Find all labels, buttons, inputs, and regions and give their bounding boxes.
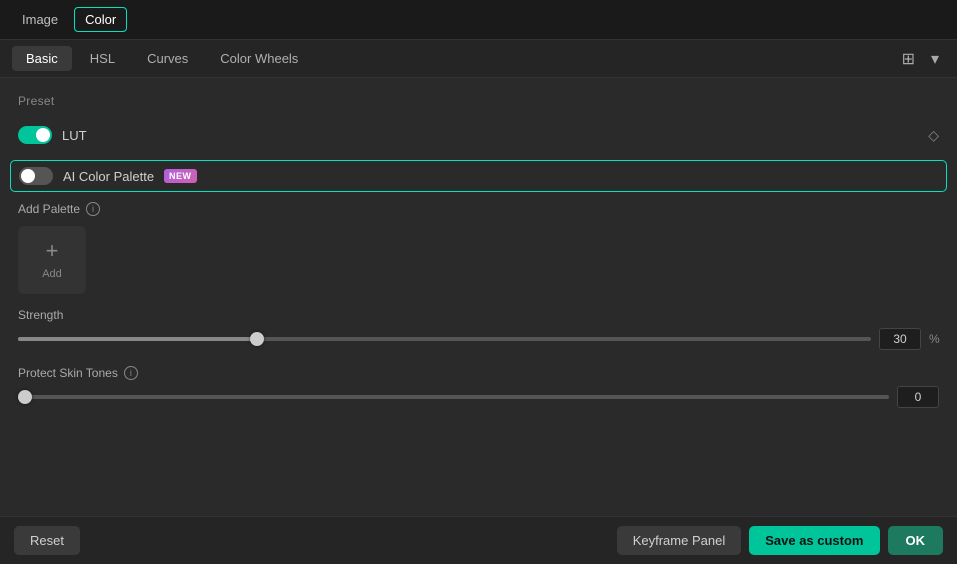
add-palette-text: Add Palette bbox=[18, 202, 80, 216]
chevron-down-icon[interactable]: ▾ bbox=[925, 45, 945, 73]
strength-slider-thumb[interactable] bbox=[250, 332, 264, 346]
palette-add-label: Add bbox=[42, 268, 62, 280]
add-palette-info-icon[interactable]: i bbox=[86, 202, 100, 216]
top-nav: Image Color bbox=[0, 0, 957, 40]
ai-palette-toggle-slider[interactable] bbox=[19, 167, 53, 185]
bottom-bar-left: Reset bbox=[14, 526, 80, 555]
strength-value[interactable]: 30 bbox=[879, 328, 921, 350]
palette-grid: + Add bbox=[18, 226, 939, 294]
protect-skin-slider-track[interactable] bbox=[18, 395, 889, 399]
image-tab[interactable]: Image bbox=[12, 8, 68, 31]
preset-label: Preset bbox=[18, 94, 939, 108]
ai-palette-toggle[interactable] bbox=[19, 167, 53, 185]
split-view-icon[interactable]: ⊞ bbox=[896, 45, 921, 73]
lut-label: LUT bbox=[62, 128, 87, 143]
sub-nav: Basic HSL Curves Color Wheels ⊞ ▾ bbox=[0, 40, 957, 78]
strength-label: Strength bbox=[18, 308, 939, 322]
save-custom-button[interactable]: Save as custom bbox=[749, 526, 879, 555]
strength-section: Strength 30 % bbox=[18, 308, 939, 350]
bottom-bar: Reset Keyframe Panel Save as custom OK bbox=[0, 516, 957, 564]
ok-button[interactable]: OK bbox=[888, 526, 944, 555]
ai-palette-row: AI Color Palette NEW bbox=[10, 160, 947, 192]
add-palette-button[interactable]: + Add bbox=[18, 226, 86, 294]
lut-row: LUT ◇ bbox=[18, 120, 939, 150]
strength-unit: % bbox=[929, 332, 939, 346]
protect-skin-slider-thumb[interactable] bbox=[18, 390, 32, 404]
protect-skin-text: Protect Skin Tones bbox=[18, 366, 118, 380]
main-content: Preset LUT ◇ AI Color Palette NEW Add Pa… bbox=[0, 78, 957, 516]
strength-slider-track[interactable] bbox=[18, 337, 871, 341]
keyframe-panel-button[interactable]: Keyframe Panel bbox=[617, 526, 742, 555]
protect-skin-label: Protect Skin Tones i bbox=[18, 366, 939, 380]
strength-slider-row: 30 % bbox=[18, 328, 939, 350]
tab-hsl[interactable]: HSL bbox=[76, 46, 129, 71]
new-badge: NEW bbox=[164, 169, 197, 183]
protect-skin-value[interactable]: 0 bbox=[897, 386, 939, 408]
protect-skin-info-icon[interactable]: i bbox=[124, 366, 138, 380]
lut-diamond-icon: ◇ bbox=[928, 127, 939, 144]
reset-button[interactable]: Reset bbox=[14, 526, 80, 555]
tab-color-wheels[interactable]: Color Wheels bbox=[206, 46, 312, 71]
protect-skin-section: Protect Skin Tones i 0 bbox=[18, 366, 939, 408]
tab-curves[interactable]: Curves bbox=[133, 46, 202, 71]
lut-toggle[interactable] bbox=[18, 126, 52, 144]
ai-palette-label: AI Color Palette bbox=[63, 169, 154, 184]
lut-toggle-slider[interactable] bbox=[18, 126, 52, 144]
strength-slider-fill bbox=[18, 337, 257, 341]
tab-basic[interactable]: Basic bbox=[12, 46, 72, 71]
plus-icon: + bbox=[46, 240, 59, 262]
color-tab[interactable]: Color bbox=[74, 7, 127, 32]
add-palette-section: Add Palette i bbox=[18, 202, 939, 216]
protect-skin-slider-row: 0 bbox=[18, 386, 939, 408]
